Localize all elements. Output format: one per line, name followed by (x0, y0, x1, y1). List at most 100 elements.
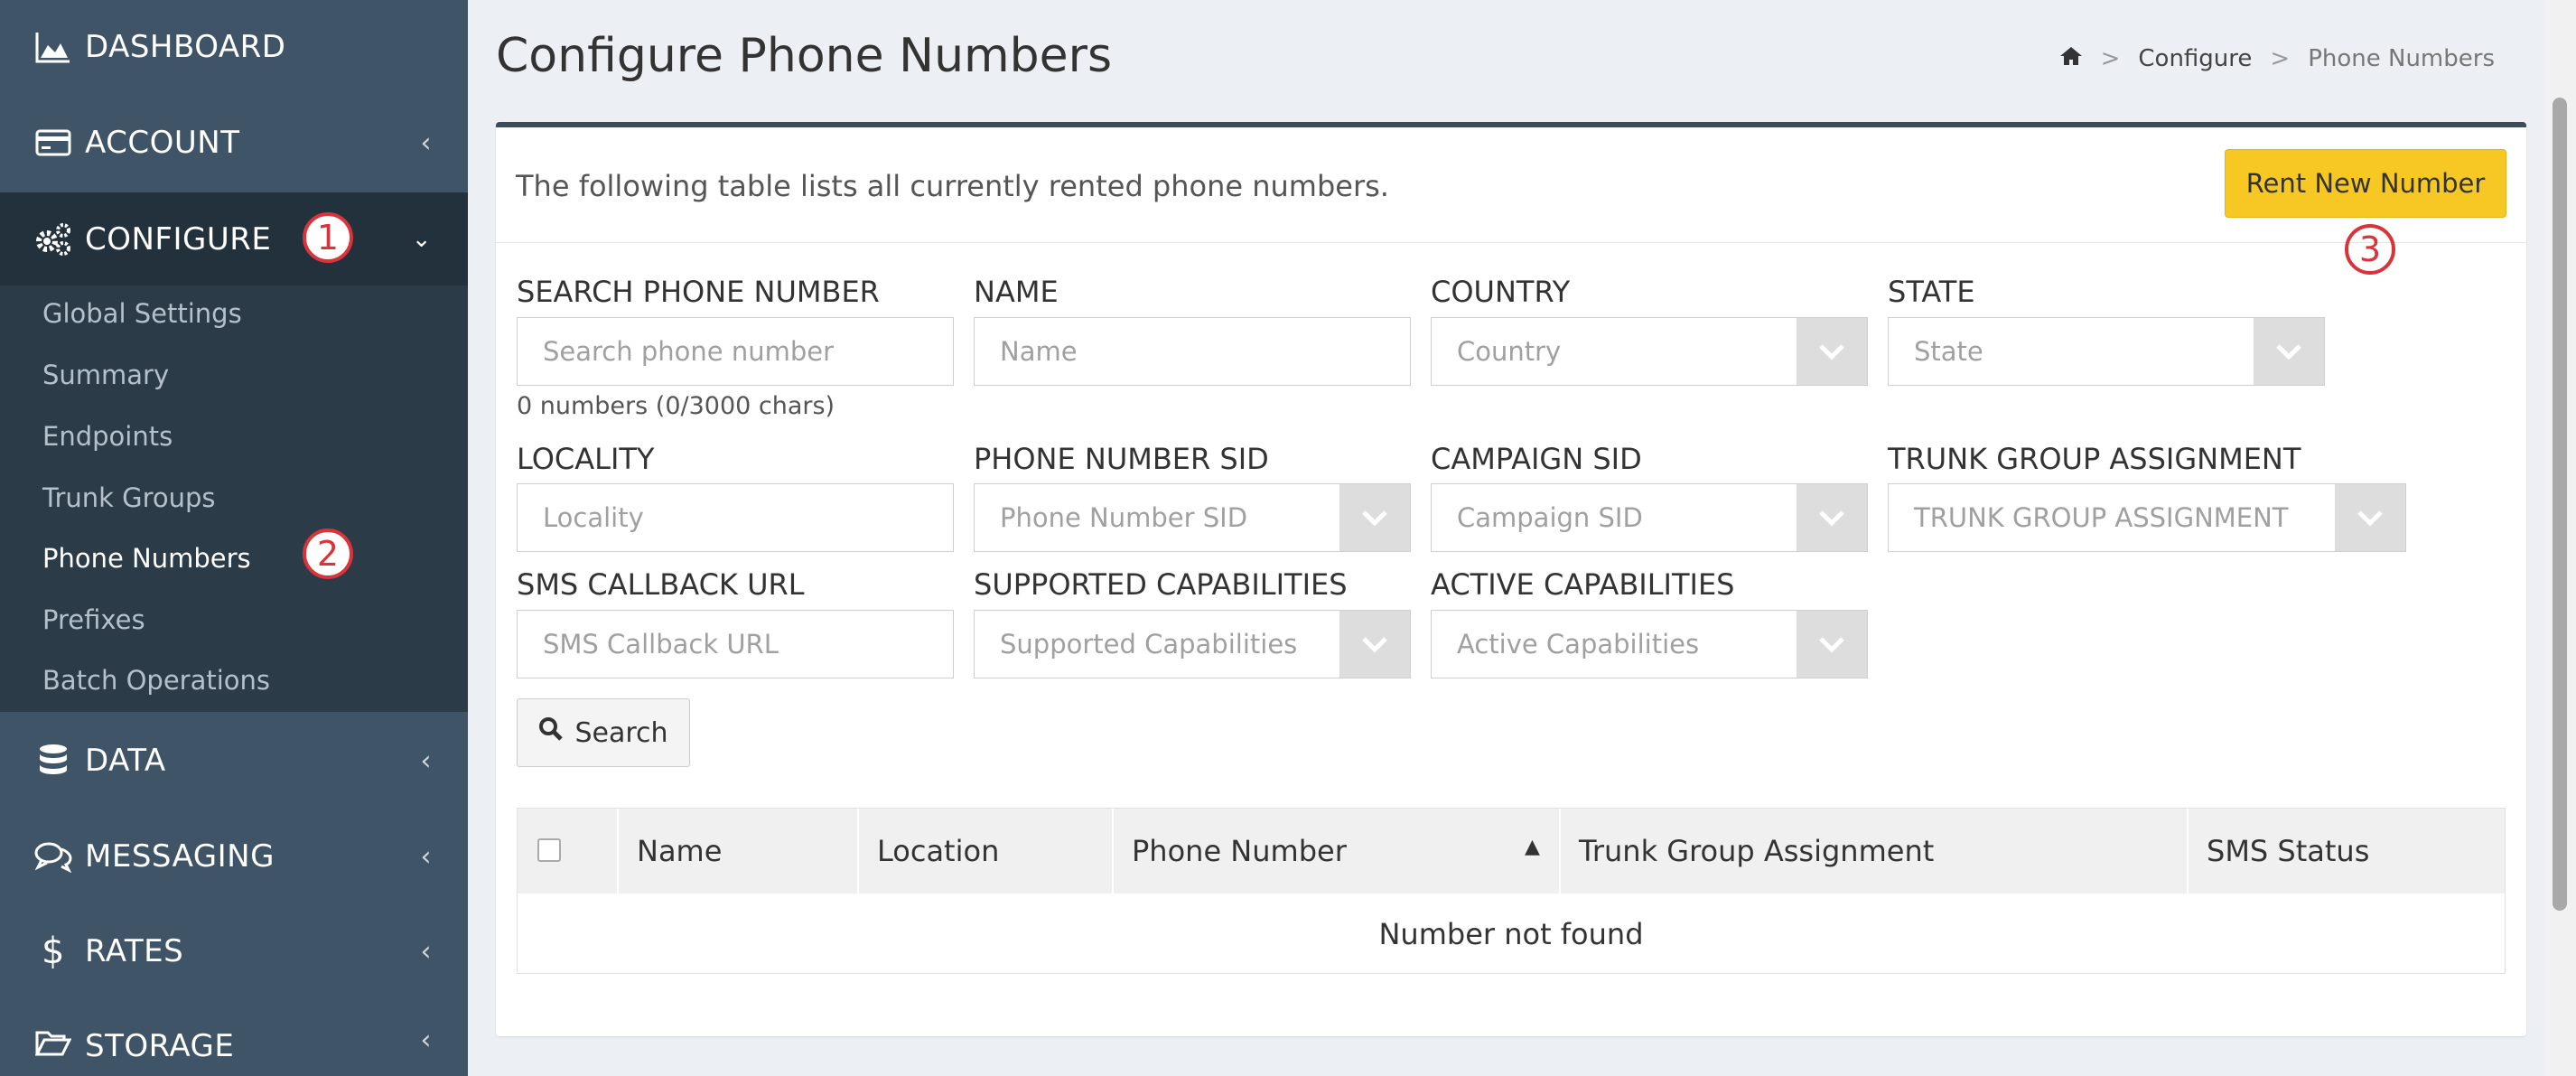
submenu-trunk-groups[interactable]: Trunk Groups (42, 482, 216, 513)
trunk-group-select[interactable]: TRUNK GROUP ASSIGNMENT (1888, 483, 2406, 552)
breadcrumb-current: Phone Numbers (2308, 45, 2495, 72)
active-caps-label: ACTIVE CAPABILITIES (1431, 567, 1735, 602)
phone-sid-label: PHONE NUMBER SID (974, 442, 1269, 476)
sidebar: DASHBOARD ACCOUNT ‹ CONFIGURE ⌄ 1 Global… (0, 0, 468, 1076)
campaign-sid-label: CAMPAIGN SID (1431, 442, 1642, 476)
submenu-prefixes[interactable]: Prefixes (42, 604, 145, 635)
chevron-down-icon (1797, 484, 1867, 551)
page-scrollbar[interactable] (2545, 0, 2576, 1076)
annotation-badge-2: 2 (303, 529, 353, 579)
home-icon[interactable] (2059, 45, 2083, 72)
chevron-left-icon: ‹ (420, 1025, 432, 1056)
chevron-down-icon (2254, 318, 2324, 385)
state-select-placeholder: State (1914, 336, 1983, 367)
chat-bubbles-icon (34, 837, 72, 875)
supported-caps-select[interactable]: Supported Capabilities (974, 610, 1411, 678)
scrollbar-thumb[interactable] (2553, 98, 2567, 911)
nav-messaging-label: MESSAGING (85, 838, 275, 875)
panel-description: The following table lists all currently … (516, 169, 1389, 203)
nav-data[interactable]: DATA ‹ (0, 716, 468, 806)
locality-input[interactable]: Locality (517, 483, 954, 552)
nav-account-label: ACCOUNT (85, 125, 240, 161)
sms-callback-label: SMS CALLBACK URL (517, 567, 805, 602)
campaign-sid-placeholder: Campaign SID (1457, 502, 1643, 533)
phone-sid-select[interactable]: Phone Number SID (974, 483, 1411, 552)
credit-card-icon (34, 124, 72, 162)
chevron-down-icon (1339, 611, 1410, 678)
nav-storage-label: STORAGE (85, 1028, 235, 1064)
country-select[interactable]: Country (1431, 317, 1868, 386)
chevron-left-icon: ‹ (420, 840, 432, 873)
phone-numbers-table: Name Location Phone Number ▲ Trunk Group… (517, 808, 2506, 974)
submenu-summary[interactable]: Summary (42, 360, 169, 390)
locality-label: LOCALITY (517, 442, 655, 476)
nav-messaging[interactable]: MESSAGING ‹ (0, 811, 468, 902)
nav-dashboard-label: DASHBOARD (85, 29, 286, 65)
folder-open-icon (34, 1025, 72, 1062)
gears-icon (34, 220, 72, 258)
annotation-badge-3: 3 (2345, 224, 2395, 275)
chevron-left-icon: ‹ (420, 744, 432, 777)
submenu-phone-numbers[interactable]: Phone Numbers (42, 543, 251, 574)
table-header: Name Location Phone Number ▲ Trunk Group… (518, 809, 2505, 894)
chevron-left-icon: ‹ (420, 126, 432, 159)
sort-ascending-icon: ▲ (1525, 836, 1540, 858)
breadcrumb-configure[interactable]: Configure (2138, 45, 2252, 72)
column-header-phone-number[interactable]: Phone Number (1114, 809, 1561, 894)
active-caps-select[interactable]: Active Capabilities (1431, 610, 1868, 678)
column-header-location[interactable]: Location (859, 809, 1114, 894)
search-icon (538, 716, 564, 749)
name-label: NAME (974, 275, 1059, 309)
nav-rates-label: RATES (85, 933, 184, 969)
page-title: Configure Phone Numbers (496, 29, 1113, 83)
country-label: COUNTRY (1431, 275, 1571, 309)
breadcrumb-separator: > (2100, 45, 2121, 72)
select-all-cell (518, 809, 619, 894)
chevron-down-icon: ⌄ (411, 225, 432, 253)
table-empty-message: Number not found (1378, 917, 1644, 951)
nav-configure-label: CONFIGURE (85, 220, 272, 257)
campaign-sid-select[interactable]: Campaign SID (1431, 483, 1868, 552)
country-select-placeholder: Country (1457, 336, 1562, 367)
submenu-batch-operations[interactable]: Batch Operations (42, 665, 270, 696)
submenu-global-settings[interactable]: Global Settings (42, 298, 242, 329)
state-label: STATE (1888, 275, 1975, 309)
name-input[interactable]: Name (974, 317, 1411, 386)
search-phone-label: SEARCH PHONE NUMBER (517, 275, 880, 309)
database-icon (34, 742, 72, 780)
select-all-checkbox[interactable] (537, 838, 561, 862)
chevron-down-icon (2335, 484, 2405, 551)
supported-caps-placeholder: Supported Capabilities (1000, 629, 1298, 660)
active-caps-placeholder: Active Capabilities (1457, 629, 1700, 660)
column-header-name[interactable]: Name (619, 809, 859, 894)
column-header-trunk-group[interactable]: Trunk Group Assignment (1561, 809, 2189, 894)
submenu-endpoints[interactable]: Endpoints (42, 421, 173, 452)
search-phone-input[interactable]: Search phone number (517, 317, 954, 386)
chevron-down-icon (1797, 318, 1867, 385)
panel-header: The following table lists all currently … (496, 127, 2526, 243)
nav-account[interactable]: ACCOUNT ‹ (0, 98, 468, 188)
search-button-label: Search (574, 716, 668, 749)
search-button[interactable]: Search (517, 698, 690, 767)
nav-storage[interactable]: STORAGE ‹ (0, 1001, 468, 1076)
nav-configure[interactable]: CONFIGURE ⌄ (0, 192, 468, 285)
phone-sid-placeholder: Phone Number SID (1000, 502, 1248, 533)
dollar-icon: $ (42, 931, 65, 972)
chevron-down-icon (1797, 611, 1867, 678)
chevron-left-icon: ‹ (420, 935, 432, 968)
supported-caps-label: SUPPORTED CAPABILITIES (974, 567, 1348, 602)
nav-dashboard[interactable]: DASHBOARD (0, 2, 468, 92)
nav-data-label: DATA (85, 743, 166, 779)
phone-count-hint: 0 numbers (0/3000 chars) (517, 392, 835, 420)
breadcrumb-separator: > (2270, 45, 2291, 72)
nav-rates[interactable]: $ RATES ‹ (0, 906, 468, 996)
chevron-down-icon (1339, 484, 1410, 551)
configure-submenu: Global Settings Summary Endpoints Trunk … (0, 285, 468, 712)
trunk-group-label: TRUNK GROUP ASSIGNMENT (1888, 442, 2301, 476)
breadcrumb: > Configure > Phone Numbers (2059, 45, 2495, 72)
rent-new-number-button[interactable]: Rent New Number (2225, 149, 2506, 218)
state-select[interactable]: State (1888, 317, 2325, 386)
area-chart-icon (34, 28, 72, 66)
sms-callback-input[interactable]: SMS Callback URL (517, 610, 954, 678)
column-header-sms-status[interactable]: SMS Status (2189, 809, 2506, 894)
